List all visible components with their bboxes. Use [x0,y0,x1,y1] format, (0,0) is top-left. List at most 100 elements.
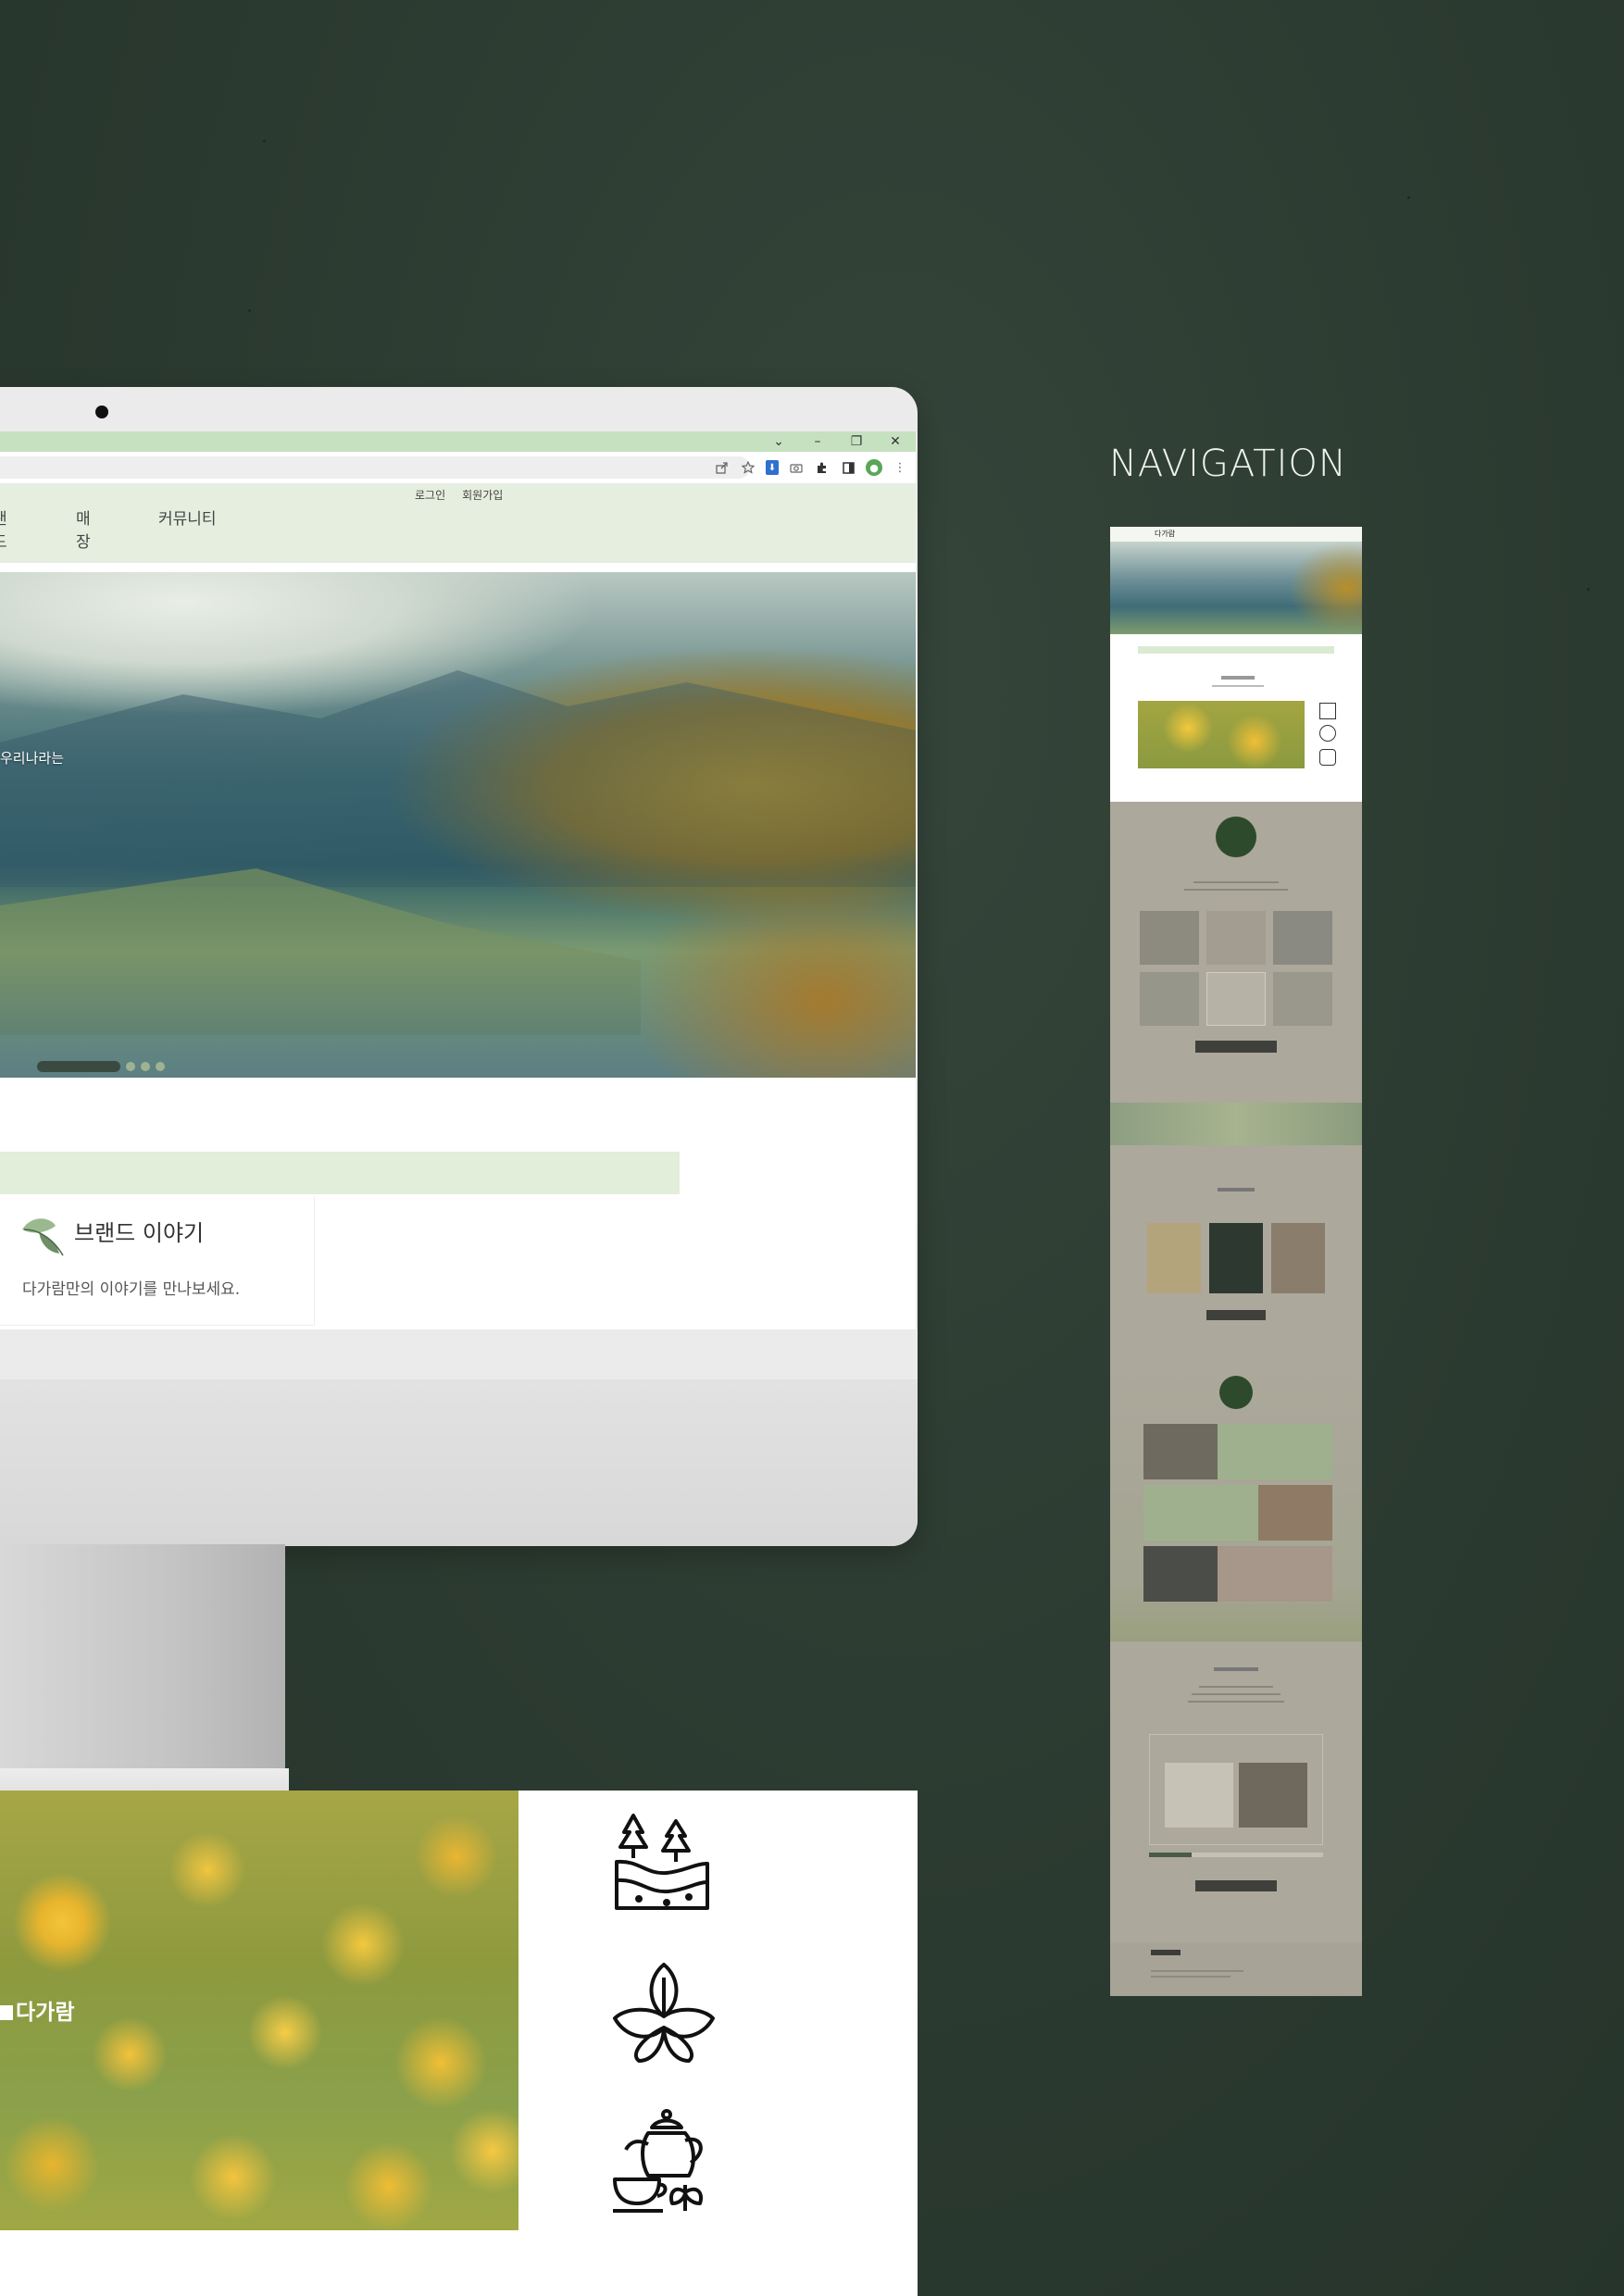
thumb-community-card [1149,1734,1323,1845]
thumb-slide-card [1147,1223,1201,1293]
hero-text: 우리나라는 [0,750,65,767]
thumb-logo: 다가람 [1155,530,1176,538]
brand-story-title: 브랜드 이야기 [74,1220,205,1246]
thumb-text-line [1188,1701,1284,1703]
browser-tab-strip: ⌄ – ❐ ✕ [0,431,916,452]
address-bar[interactable] [0,456,750,479]
thumb-product-card [1140,972,1199,1026]
camera-icon[interactable] [788,459,805,476]
restore-icon[interactable]: ❐ [845,434,868,449]
thumb-text-line [1193,881,1279,883]
logo-mark-icon [0,2005,13,2020]
photo-logo: 다가람 [0,1994,74,2026]
toolbar-icons: ⬇ ● ⋮ [714,452,908,483]
sidebar-icon[interactable] [840,459,856,476]
slide-indicator[interactable] [156,1062,165,1071]
thumb-stores-badge [1219,1376,1253,1409]
profile-icon[interactable]: ● [866,459,882,476]
thumb-slide-card [1209,1223,1263,1293]
monitor-chin [0,1379,918,1546]
teapot-cup-icon [611,2107,715,2222]
leaf-icon [19,1209,70,1261]
close-icon[interactable]: ✕ [884,434,906,449]
window-controls: ⌄ – ❐ ✕ [768,431,906,452]
thumb-products-badge [1216,817,1256,857]
thumb-store-card [1143,1546,1332,1602]
background-speck [1587,588,1590,591]
signup-link[interactable]: 회원가입 [462,487,503,503]
site-header: 로그인 회원가입 랜드 매장 커뮤니티 [0,483,916,563]
thumb-teapot-icon [1319,749,1336,766]
thumb-section-footer [1110,1942,1362,1996]
tea-leaf-icon [611,1961,717,2068]
hero-mountain-ridge [0,670,916,887]
login-link[interactable]: 로그인 [415,487,445,503]
thumb-text-line [1192,1693,1280,1695]
thumb-header: 다가람 [1110,527,1362,542]
thumb-slide-card [1271,1223,1325,1293]
monitor-stand [0,1544,285,1802]
star-icon[interactable] [740,459,756,476]
thumb-section-community [1110,1641,1362,1942]
thumb-section-slider [1110,1145,1362,1361]
download-icon[interactable]: ⬇ [766,460,779,475]
webcam-dot [95,406,108,418]
tab-search-icon[interactable]: ⌄ [768,434,790,449]
browser-toolbar: ⬇ ● ⋮ [0,452,916,483]
thumb-hero [1110,542,1362,634]
thumb-section-stores [1110,1361,1362,1641]
yellow-flower-photo: 다가람 [0,1791,518,2230]
brand-story-card[interactable]: 브랜드 이야기 다가람만의 이야기를 만나보세요. [0,1196,315,1326]
background-speck [1407,196,1410,199]
hero-slider: 우리나라는 [0,572,916,1078]
background-speck [248,309,251,312]
background-speck [263,140,266,143]
thumb-flower-photo [1138,701,1305,768]
thumb-brand-title [1221,676,1255,680]
extensions-icon[interactable] [814,459,831,476]
thumb-community-button [1195,1880,1277,1891]
slider-pagination [37,1061,165,1072]
thumb-text-line [1151,1976,1230,1978]
share-icon[interactable] [714,459,731,476]
thumb-text-line [1199,1686,1273,1688]
nav-item-store[interactable]: 매장 [76,505,91,552]
thumb-leaf-icon [1319,725,1336,742]
thumb-product-card [1206,972,1266,1026]
thumb-text-line [1184,889,1288,891]
thumb-community-title [1214,1667,1258,1671]
thumb-brand-subtitle [1212,685,1264,687]
imac-monitor: ⌄ – ❐ ✕ ⬇ ● ⋮ 로그인 회원가입 매장 커뮤니티 우리나라는 브랜드… [0,387,918,1546]
menu-icon[interactable]: ⋮ [892,459,908,476]
thumb-footer-logo [1151,1950,1181,1955]
thumb-slider-button [1206,1310,1266,1320]
nav-item-community[interactable]: 커뮤니티 [158,505,269,529]
slide-indicator[interactable] [126,1062,135,1071]
thumb-section-hero: 다가람 [1110,527,1362,802]
thumb-product-card [1206,911,1266,965]
thumb-store-card [1143,1424,1332,1479]
thumb-notice-bar [1138,646,1334,654]
slide-indicator[interactable] [141,1062,150,1071]
browser-screen: ⌄ – ❐ ✕ ⬇ ● ⋮ 로그인 회원가입 매장 커뮤니티 우리나라는 브랜드… [0,431,916,1329]
slide-indicator-active[interactable] [37,1061,120,1072]
navigation-thumbnail[interactable]: 다가람 [1110,527,1362,1996]
brand-story-subtitle: 다가람만의 이야기를 만나보세요. [22,1280,241,1299]
thumb-section-products [1110,802,1362,1103]
thumb-text-line [1151,1970,1243,1972]
minimize-icon[interactable]: – [806,434,829,449]
thumb-progress-track [1149,1853,1323,1857]
nav-item-brand[interactable]: 랜드 [0,505,7,552]
thumb-forest-icon [1319,703,1336,719]
thumb-product-card [1273,911,1332,965]
thumb-section-banner [1110,1103,1362,1145]
photo-logo-text: 다가람 [16,2001,75,2025]
utility-links: 로그인 회원가입 [415,487,503,503]
thumb-more-button [1195,1041,1277,1053]
notice-bar [0,1152,680,1194]
thumb-product-card [1140,911,1199,965]
thumb-product-card [1273,972,1332,1026]
forest-land-icon [611,1810,713,1917]
thumb-store-card [1143,1485,1332,1541]
navigation-title: NAVIGATION [1109,443,1347,485]
